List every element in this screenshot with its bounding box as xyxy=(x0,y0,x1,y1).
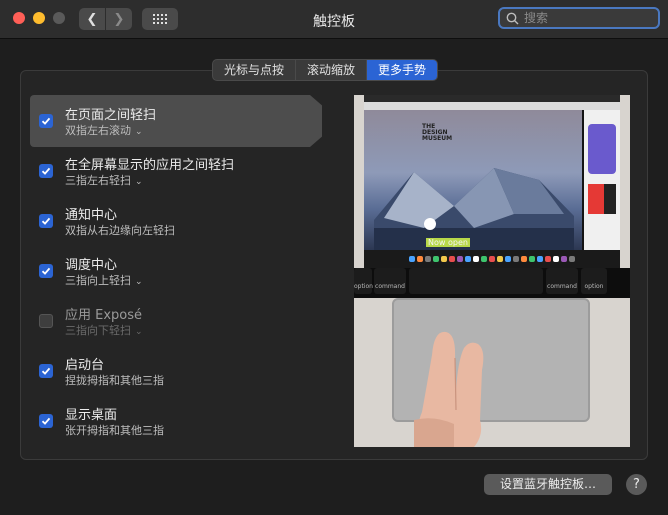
key-option-left: option xyxy=(354,268,373,294)
site-highlight-text: Now open xyxy=(426,238,470,247)
gesture-checkbox[interactable] xyxy=(39,314,53,328)
gesture-subtitle: 双指左右滚动 xyxy=(65,124,131,137)
gesture-subtitle: 三指向上轻扫 xyxy=(65,274,131,287)
preview-browser-toolbar xyxy=(364,102,620,110)
gesture-checkbox[interactable] xyxy=(39,114,53,128)
gesture-item-launchpad[interactable]: 启动台 捏拢拇指和其他三指 xyxy=(30,345,340,395)
museum-building-illustration xyxy=(374,168,574,250)
gesture-title: 在全屏幕显示的应用之间轻扫 xyxy=(65,158,235,173)
title-bar: ❮ ❯ 触控板 xyxy=(0,0,668,39)
key-option-right: option xyxy=(581,268,607,294)
chevron-down-icon: ⌄ xyxy=(135,277,143,287)
gesture-option-dropdown[interactable]: 双指左右滚动 ⌄ xyxy=(65,122,143,138)
gesture-item-notification-center[interactable]: 通知中心 双指从右边缘向左轻扫 xyxy=(30,195,340,245)
gesture-title: 调度中心 xyxy=(65,258,118,273)
key-command-right: command xyxy=(546,268,578,294)
site-logo: THE DESIGN MUSEUM xyxy=(422,123,453,142)
gesture-option-dropdown: 三指向下轻扫 ⌄ xyxy=(65,322,143,338)
gesture-subtitle: 三指左右轻扫 xyxy=(65,174,131,187)
gesture-item-app-expose[interactable]: 应用 Exposé 三指向下轻扫 ⌄ xyxy=(30,295,340,345)
gesture-title: 在页面之间轻扫 xyxy=(65,108,157,123)
gesture-subtitle: 三指向下轻扫 xyxy=(65,324,131,337)
preview-side-page xyxy=(584,110,620,250)
gesture-title: 通知中心 xyxy=(65,208,118,223)
gesture-checkbox[interactable] xyxy=(39,214,53,228)
preview-browser: THE DESIGN MUSEUM Now open xyxy=(364,102,620,268)
gesture-checkbox[interactable] xyxy=(39,364,53,378)
chevron-down-icon: ⌄ xyxy=(135,177,143,187)
preview-keyboard: option command command option xyxy=(354,268,630,298)
gesture-title: 应用 Exposé xyxy=(65,308,143,323)
gesture-checkbox[interactable] xyxy=(39,414,53,428)
gesture-title: 显示桌面 xyxy=(65,408,118,423)
setup-bluetooth-trackpad-button[interactable]: 设置蓝牙触控板… xyxy=(484,474,612,495)
gesture-checkbox[interactable] xyxy=(39,264,53,278)
search-input[interactable] xyxy=(524,10,652,26)
checkmark-icon xyxy=(41,367,51,375)
hand-two-fingers-illustration xyxy=(414,331,484,447)
help-button[interactable]: ? xyxy=(626,474,647,495)
preview-dock xyxy=(364,250,620,268)
preview-screen: THE DESIGN MUSEUM Now open xyxy=(364,95,620,268)
checkmark-icon xyxy=(41,417,51,425)
tab-scroll-zoom[interactable]: 滚动缩放 xyxy=(296,60,368,80)
tab-point-click[interactable]: 光标与点按 xyxy=(213,60,297,80)
gesture-subtitle: 双指从右边缘向左轻扫 xyxy=(65,224,175,237)
gesture-option-dropdown[interactable]: 三指向上轻扫 ⌄ xyxy=(65,272,143,288)
gesture-list: 在页面之间轻扫 双指左右滚动 ⌄ 在全屏幕显示的应用之间轻扫 三指左右轻扫 ⌄ 通知… xyxy=(30,95,340,445)
chevron-down-icon: ⌄ xyxy=(135,127,143,137)
tab-more-gestures[interactable]: 更多手势 xyxy=(367,60,438,80)
gesture-preview-video: THE DESIGN MUSEUM Now open option command … xyxy=(354,95,630,447)
gesture-title: 启动台 xyxy=(65,358,105,373)
gesture-checkbox[interactable] xyxy=(39,164,53,178)
gesture-item-show-desktop[interactable]: 显示桌面 张开拇指和其他三指 xyxy=(30,395,340,445)
gesture-option-dropdown[interactable]: 三指左右轻扫 ⌄ xyxy=(65,172,143,188)
preview-website: THE DESIGN MUSEUM Now open xyxy=(364,110,582,250)
tab-bar: 光标与点按 滚动缩放 更多手势 xyxy=(212,59,439,81)
gesture-subtitle: 捏拢拇指和其他三指 xyxy=(65,374,164,387)
key-space xyxy=(409,268,543,294)
checkmark-icon xyxy=(41,267,51,275)
play-icon xyxy=(424,218,436,230)
gesture-item-mission-control[interactable]: 调度中心 三指向上轻扫 ⌄ xyxy=(30,245,340,295)
gesture-subtitle: 张开拇指和其他三指 xyxy=(65,424,164,437)
search-icon xyxy=(506,12,519,25)
gesture-item-swipe-between-pages[interactable]: 在页面之间轻扫 双指左右滚动 ⌄ xyxy=(30,95,340,147)
checkmark-icon xyxy=(41,117,51,125)
checkmark-icon xyxy=(41,217,51,225)
preview-menubar xyxy=(364,95,620,102)
chevron-down-icon: ⌄ xyxy=(135,327,143,337)
search-field[interactable] xyxy=(498,7,660,29)
key-command-left: command xyxy=(374,268,406,294)
checkmark-icon xyxy=(41,167,51,175)
gesture-item-swipe-fullscreen-apps[interactable]: 在全屏幕显示的应用之间轻扫 三指左右轻扫 ⌄ xyxy=(30,145,340,195)
